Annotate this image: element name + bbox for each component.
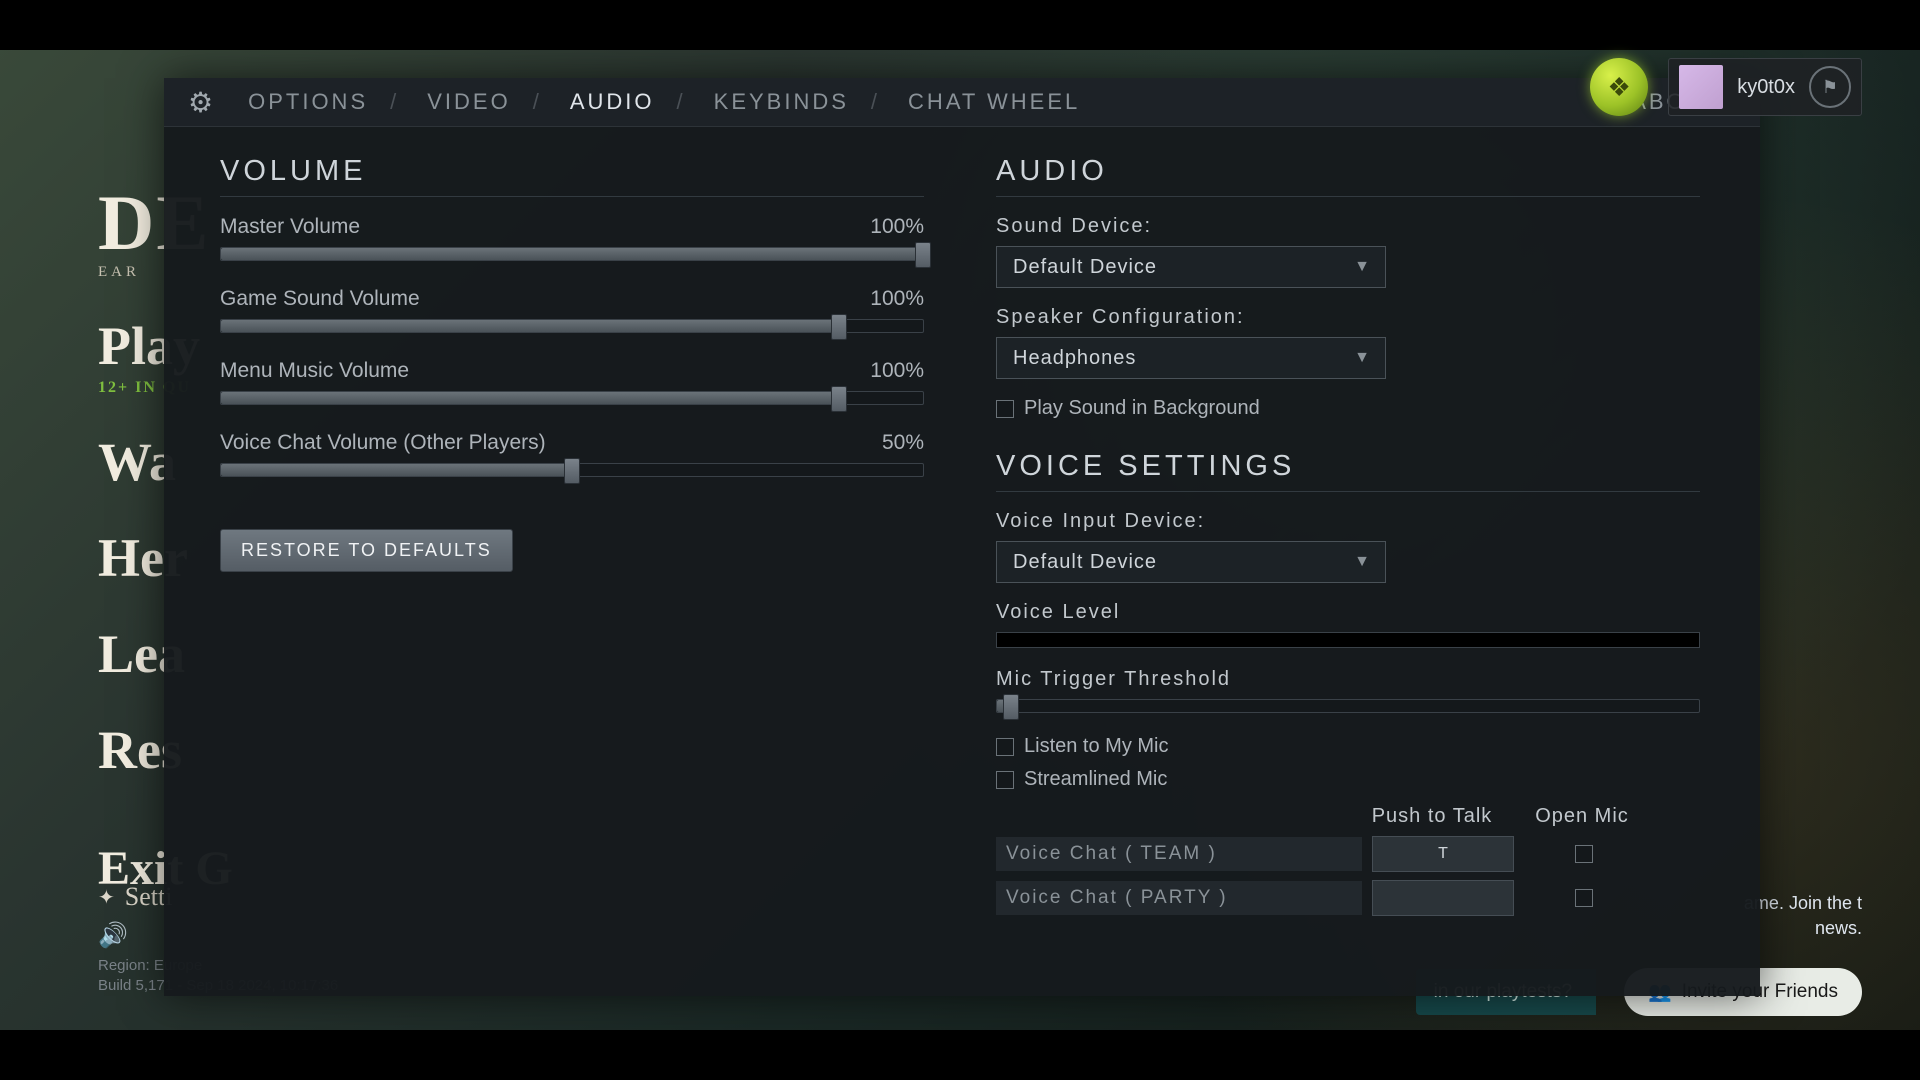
game-volume-slider[interactable] — [220, 319, 924, 333]
game-volume-row: Game Sound Volume 100% — [220, 287, 924, 333]
sound-device-select[interactable]: Default Device ▼ — [996, 246, 1386, 288]
menu-music-slider[interactable] — [220, 391, 924, 405]
sound-toggle-icon[interactable]: 🔊 — [98, 921, 128, 950]
play-sound-background-checkbox[interactable]: Play Sound in Background — [996, 397, 1700, 420]
voice-settings-heading: VOICE SETTINGS — [996, 450, 1700, 492]
voice-chat-volume-slider[interactable] — [220, 463, 924, 477]
speaker-config-label: Speaker Configuration: — [996, 306, 1700, 329]
letterbox-top — [0, 0, 1920, 50]
voice-level-label: Voice Level — [996, 601, 1700, 624]
speaker-config-select[interactable]: Headphones ▼ — [996, 337, 1386, 379]
tab-video[interactable]: VIDEO — [413, 89, 556, 115]
voice-chat-party-keybind[interactable] — [1372, 880, 1514, 916]
tab-chatwheel[interactable]: CHAT WHEEL — [894, 89, 1094, 115]
mic-threshold-label: Mic Trigger Threshold — [996, 668, 1700, 691]
voice-input-label: Voice Input Device: — [996, 510, 1700, 533]
voice-chat-volume-label: Voice Chat Volume (Other Players) — [220, 431, 546, 455]
report-flag-icon[interactable]: ⚑ — [1809, 66, 1851, 108]
voice-chat-party-label: Voice Chat ( PARTY ) — [996, 881, 1362, 915]
streamlined-mic-checkbox[interactable]: Streamlined Mic — [996, 768, 1700, 791]
volume-heading: VOLUME — [220, 155, 924, 197]
audio-heading: AUDIO — [996, 155, 1700, 197]
voice-chat-volume-value: 50% — [882, 431, 924, 455]
panel-content: VOLUME Master Volume 100% Game Sound Vol… — [164, 127, 1760, 996]
voice-chat-team-openmic-checkbox[interactable] — [1575, 845, 1593, 863]
avatar — [1679, 65, 1723, 109]
tab-bar: ⚙ OPTIONS VIDEO AUDIO KEYBINDS CHAT WHEE… — [164, 78, 1760, 127]
mic-threshold-slider[interactable] — [996, 699, 1700, 713]
voice-chat-party-row: Voice Chat ( PARTY ) — [996, 880, 1700, 916]
open-mic-header: Open Mic — [1512, 805, 1652, 828]
menu-music-value: 100% — [870, 359, 924, 383]
top-bar: ❖ ky0t0x ⚑ — [1590, 58, 1862, 116]
voice-chat-party-openmic-checkbox[interactable] — [1575, 889, 1593, 907]
master-volume-label: Master Volume — [220, 215, 360, 239]
tab-keybinds[interactable]: KEYBINDS — [700, 89, 894, 115]
voice-chat-team-keybind[interactable]: T — [1372, 836, 1514, 872]
letterbox-bottom — [0, 1030, 1920, 1080]
voice-chat-volume-row: Voice Chat Volume (Other Players) 50% — [220, 431, 924, 477]
player-card[interactable]: ky0t0x ⚑ — [1668, 58, 1862, 116]
voice-chat-team-label: Voice Chat ( TEAM ) — [996, 837, 1362, 871]
push-to-talk-header: Push to Talk — [1352, 805, 1512, 828]
audio-column: AUDIO Sound Device: Default Device ▼ Spe… — [996, 155, 1700, 968]
voice-input-select[interactable]: Default Device ▼ — [996, 541, 1386, 583]
chevron-down-icon: ▼ — [1354, 258, 1371, 276]
chevron-down-icon: ▼ — [1354, 553, 1371, 571]
tab-options[interactable]: OPTIONS — [234, 89, 413, 115]
player-name: ky0t0x — [1737, 76, 1795, 99]
volume-column: VOLUME Master Volume 100% Game Sound Vol… — [220, 155, 924, 968]
game-volume-value: 100% — [870, 287, 924, 311]
settings-panel: ⚙ OPTIONS VIDEO AUDIO KEYBINDS CHAT WHEE… — [164, 78, 1760, 996]
master-volume-row: Master Volume 100% — [220, 215, 924, 261]
game-volume-label: Game Sound Volume — [220, 287, 420, 311]
restore-defaults-button[interactable]: RESTORE TO DEFAULTS — [220, 529, 513, 572]
checkbox-icon — [996, 738, 1014, 756]
voice-chat-team-row: Voice Chat ( TEAM ) T — [996, 836, 1700, 872]
voice-level-meter — [996, 632, 1700, 648]
chevron-down-icon: ▼ — [1354, 349, 1371, 367]
menu-music-label: Menu Music Volume — [220, 359, 409, 383]
voice-chat-table: Push to Talk Open Mic Voice Chat ( TEAM … — [996, 805, 1700, 916]
sound-device-label: Sound Device: — [996, 215, 1700, 238]
checkbox-icon — [996, 400, 1014, 418]
listen-to-mic-checkbox[interactable]: Listen to My Mic — [996, 735, 1700, 758]
tab-audio[interactable]: AUDIO — [556, 89, 700, 115]
menu-music-row: Menu Music Volume 100% — [220, 359, 924, 405]
currency-icon[interactable]: ❖ — [1590, 58, 1648, 116]
master-volume-slider[interactable] — [220, 247, 924, 261]
master-volume-value: 100% — [870, 215, 924, 239]
gear-icon[interactable]: ⚙ — [188, 86, 216, 119]
checkbox-icon — [996, 771, 1014, 789]
